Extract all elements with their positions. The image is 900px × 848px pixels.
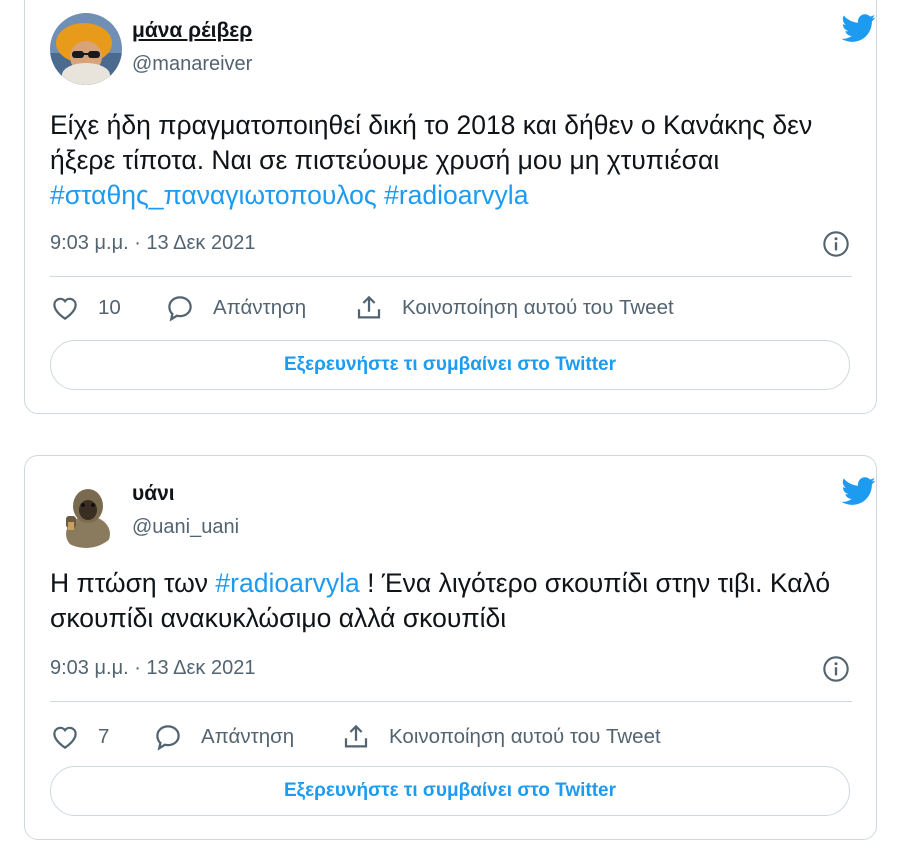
avatar[interactable] (50, 476, 122, 548)
tweet-card: υάνι @uani_uani Η πτώση των #radioarvyla… (24, 455, 877, 840)
share-label: Κοινοποίηση αυτού του Tweet (389, 725, 661, 748)
hashtag-link[interactable]: #radioarvyla (384, 180, 528, 210)
timestamp[interactable]: 9:03 μ.μ. · 13 Δεκ 2021 (50, 232, 255, 254)
user-handle[interactable]: @manareiver (132, 53, 252, 76)
reply-bubble-icon (156, 725, 180, 751)
tweet-text: Η πτώση των #radioarvyla ! Ένα λιγότερο … (50, 566, 852, 636)
action-bar: 10 Απάντηση Κοινοποίηση αυτού του Tweet (50, 291, 852, 325)
tweet-text: Είχε ήδη πραγματοποιηθεί δική το 2018 κα… (50, 108, 852, 213)
like-button[interactable]: 10 (50, 291, 121, 325)
reply-label: Απάντηση (201, 725, 295, 748)
like-count: 10 (98, 296, 121, 319)
share-icon (357, 295, 381, 319)
like-button[interactable]: 7 (50, 720, 109, 754)
heart-icon (53, 297, 77, 320)
tweet-header: μάνα ρέιβερ @manareiver (50, 9, 876, 89)
explore-twitter-button[interactable]: Εξερευνήστε τι συμβαίνει στο Twitter (50, 766, 850, 816)
user-handle[interactable]: @uani_uani (132, 516, 239, 539)
heart-icon (53, 726, 77, 749)
tweet-header: υάνι @uani_uani (50, 472, 876, 552)
like-count: 7 (98, 725, 110, 748)
share-icon (344, 724, 368, 748)
divider (50, 276, 852, 277)
divider (50, 701, 852, 702)
hashtag-link[interactable]: #σταθης_παναγιωτοπουλος (50, 180, 377, 210)
reply-button[interactable]: Απάντηση (153, 720, 294, 754)
twitter-bird-icon[interactable] (840, 11, 878, 45)
avatar[interactable] (50, 13, 122, 85)
display-name[interactable]: μάνα ρέιβερ (132, 19, 252, 43)
hashtag-link[interactable]: #radioarvyla (215, 568, 359, 598)
reply-bubble-icon (168, 296, 192, 322)
action-bar: 7 Απάντηση Κοινοποίηση αυτού του Tweet (50, 720, 852, 754)
timestamp[interactable]: 9:03 μ.μ. · 13 Δεκ 2021 (50, 657, 255, 679)
share-label: Κοινοποίηση αυτού του Tweet (402, 296, 674, 319)
share-button[interactable]: Κοινοποίηση αυτού του Tweet (354, 291, 674, 325)
info-icon[interactable] (822, 655, 850, 683)
display-name[interactable]: υάνι (132, 482, 175, 506)
tweet-meta: 9:03 μ.μ. · 13 Δεκ 2021 (50, 655, 852, 687)
tweet-text-before: Η πτώση των (50, 568, 216, 598)
tweet-meta: 9:03 μ.μ. · 13 Δεκ 2021 (50, 230, 852, 262)
share-button[interactable]: Κοινοποίηση αυτού του Tweet (341, 720, 661, 754)
reply-button[interactable]: Απάντηση (165, 291, 306, 325)
twitter-bird-icon[interactable] (840, 474, 878, 508)
tweet-card: μάνα ρέιβερ @manareiver Είχε ήδη πραγματ… (24, 0, 877, 414)
tweet-text-plain: Είχε ήδη πραγματοποιηθεί δική το 2018 κα… (50, 110, 813, 175)
info-icon[interactable] (822, 230, 850, 258)
reply-label: Απάντηση (213, 296, 307, 319)
explore-twitter-button[interactable]: Εξερευνήστε τι συμβαίνει στο Twitter (50, 340, 850, 390)
